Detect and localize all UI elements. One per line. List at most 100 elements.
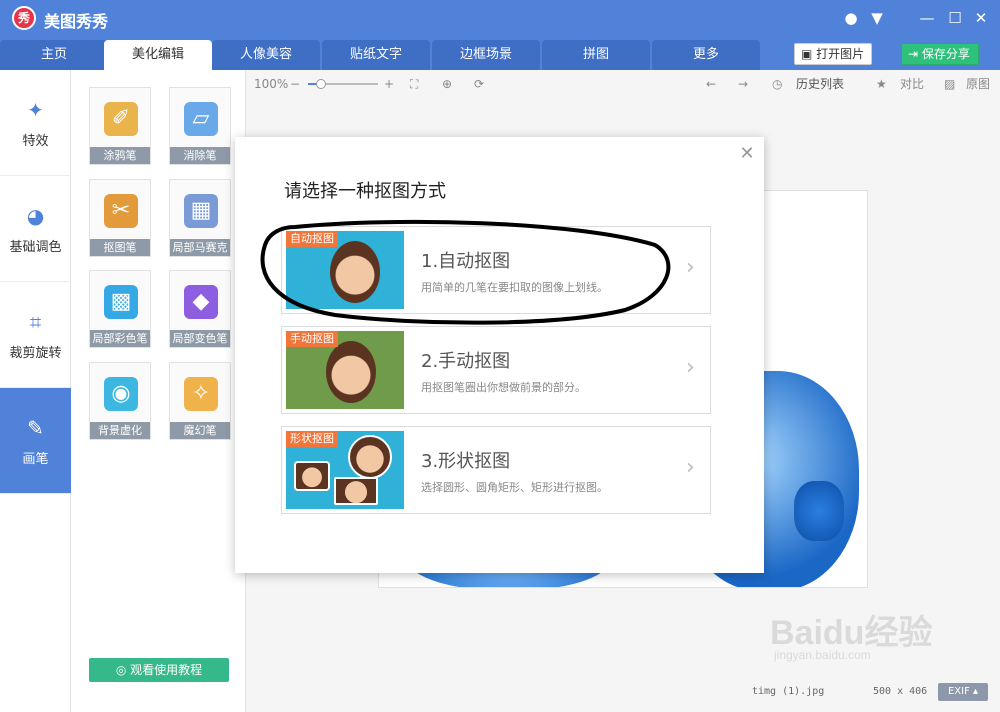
zoom-in-icon[interactable]: + xyxy=(384,76,394,92)
tab-beautify-edit[interactable]: 美化编辑 xyxy=(104,40,212,70)
tool-eraser-pen[interactable]: ▱ 消除笔 xyxy=(169,87,231,165)
brush-tool-panel: ✐ 涂鸦笔 ▱ 消除笔 ✂ 抠图笔 ▦ 局部马赛克 ▩ 局部彩色笔 ◆ 局部变色… xyxy=(71,70,246,712)
brush-icon: ✎ xyxy=(27,416,44,440)
redo-icon[interactable]: → xyxy=(738,76,748,92)
save-share-button[interactable]: ⇥ 保存分享 xyxy=(901,43,979,65)
sidebar-item-basic-color[interactable]: ◕ 基础调色 xyxy=(0,176,71,282)
portrait-image xyxy=(330,241,380,303)
tool-background-blur[interactable]: ◉ 背景虚化 xyxy=(89,362,151,440)
tool-label: 局部变色笔 xyxy=(170,330,230,347)
tab-sticker-text[interactable]: 贴纸文字 xyxy=(322,40,430,70)
compare-icon: ★ xyxy=(876,77,887,91)
option-manual-cutout[interactable]: 手动抠图 2.手动抠图 用抠图笔圈出你想做前景的部分。 › xyxy=(281,326,711,414)
history-clock-icon: ◷ xyxy=(772,77,783,91)
zoom-slider[interactable] xyxy=(308,79,378,89)
sidebar-item-label: 基础调色 xyxy=(9,240,62,255)
tool-local-mosaic[interactable]: ▦ 局部马赛克 xyxy=(169,179,231,257)
tab-collage[interactable]: 拼图 xyxy=(542,40,650,70)
cutout-mode-dialog: ✕ 请选择一种抠图方式 自动抠图 1.自动抠图 用简单的几笔在要扣取的图像上划线… xyxy=(235,137,764,573)
option-auto-cutout[interactable]: 自动抠图 1.自动抠图 用简单的几笔在要扣取的图像上划线。 › xyxy=(281,226,711,314)
original-image-button[interactable]: 原图 xyxy=(966,76,990,92)
app-logo-icon: 秀 xyxy=(12,6,36,30)
sidebar-item-label: 裁剪旋转 xyxy=(9,346,62,361)
option-title: 3.形状抠图 xyxy=(421,451,511,472)
option-tag: 自动抠图 xyxy=(286,231,338,247)
option-shape-cutout[interactable]: 形状抠图 3.形状抠图 选择圆形、圆角矩形、矩形进行抠图。 › xyxy=(281,426,711,514)
magic-wand-icon: ✦ xyxy=(27,98,44,122)
tool-label: 抠图笔 xyxy=(90,239,150,256)
tool-cutout-pen[interactable]: ✂ 抠图笔 xyxy=(89,179,151,257)
tool-doodle-pen[interactable]: ✐ 涂鸦笔 xyxy=(89,87,151,165)
watch-tutorial-button[interactable]: ◎ 观看使用教程 xyxy=(89,658,229,682)
tool-magic-pen[interactable]: ✧ 魔幻笔 xyxy=(169,362,231,440)
blur-icon: ◉ xyxy=(104,377,138,411)
tab-frame-scene[interactable]: 边框场景 xyxy=(432,40,540,70)
chat-icon[interactable]: ● xyxy=(840,8,862,28)
menu-dropdown-icon[interactable]: ▼ xyxy=(866,8,888,28)
image-dimensions: 500 x 406 xyxy=(873,686,928,697)
rotate-icon[interactable]: ⟳ xyxy=(474,76,484,92)
zoom-slider-handle[interactable] xyxy=(315,79,326,89)
palette-icon: ◕ xyxy=(26,204,45,228)
paintbrush-icon: ✐ xyxy=(104,102,138,136)
eraser-icon: ▱ xyxy=(184,102,218,136)
app-title: 美图秀秀 xyxy=(44,12,109,31)
shape-cutout-thumbnail: 形状抠图 xyxy=(286,431,404,509)
watermark-url: jingyan.baidu.com xyxy=(774,648,871,662)
eye-icon: ◎ xyxy=(115,663,127,677)
tool-local-recolor-pen[interactable]: ◆ 局部变色笔 xyxy=(169,270,231,348)
crop-icon: ⌗ xyxy=(29,310,42,334)
tool-label: 涂鸦笔 xyxy=(90,147,150,164)
manual-cutout-thumbnail: 手动抠图 xyxy=(286,331,404,409)
option-desc: 用简单的几笔在要扣取的图像上划线。 xyxy=(421,281,608,294)
auto-cutout-thumbnail: 自动抠图 xyxy=(286,231,404,309)
option-desc: 选择圆形、圆角矩形、矩形进行抠图。 xyxy=(421,481,608,494)
tab-portrait-beauty[interactable]: 人像美容 xyxy=(212,40,320,70)
close-window-icon[interactable]: ✕ xyxy=(970,8,992,28)
exif-label: EXIF xyxy=(947,686,970,697)
chevron-right-icon: › xyxy=(686,255,695,280)
close-icon[interactable]: ✕ xyxy=(738,145,756,163)
cutout-brush-icon: ✂ xyxy=(104,194,138,228)
minimize-icon[interactable]: — xyxy=(916,8,938,28)
undo-icon[interactable]: ← xyxy=(706,76,716,92)
dialog-title: 请选择一种抠图方式 xyxy=(284,181,446,202)
option-tag: 形状抠图 xyxy=(286,431,338,447)
history-list-button[interactable]: 历史列表 xyxy=(796,76,844,92)
tool-label: 消除笔 xyxy=(170,147,230,164)
maximize-icon[interactable]: ☐ xyxy=(944,8,966,28)
tool-label: 局部彩色笔 xyxy=(90,330,150,347)
option-tag: 手动抠图 xyxy=(286,331,338,347)
chevron-up-icon: ▴ xyxy=(973,686,979,697)
tab-more[interactable]: 更多 xyxy=(652,40,760,70)
image-icon: ▣ xyxy=(801,47,813,61)
save-share-label: 保存分享 xyxy=(921,47,970,61)
portrait-image xyxy=(294,461,330,491)
tool-label: 背景虚化 xyxy=(90,422,150,439)
exif-button[interactable]: EXIF ▴ xyxy=(938,683,988,701)
tool-label: 魔幻笔 xyxy=(170,422,230,439)
portrait-image xyxy=(348,435,392,479)
tutorial-label: 观看使用教程 xyxy=(130,663,203,677)
sidebar-item-crop-rotate[interactable]: ⌗ 裁剪旋转 xyxy=(0,282,71,388)
fit-screen-icon[interactable]: ⛶ xyxy=(410,76,418,92)
filename-label: timg (1).jpg xyxy=(752,686,825,697)
compare-button[interactable]: 对比 xyxy=(900,76,924,92)
portrait-image xyxy=(334,477,378,505)
actual-size-icon[interactable]: ⊕ xyxy=(442,76,452,92)
portrait-image xyxy=(326,341,376,403)
title-bar: 秀 美图秀秀 ● ▼ — ☐ ✕ xyxy=(0,0,1000,36)
option-title: 2.手动抠图 xyxy=(421,351,511,372)
sidebar-item-brush[interactable]: ✎ 画笔 xyxy=(0,388,71,494)
tab-home[interactable]: 主页 xyxy=(0,40,108,70)
tool-local-color-pen[interactable]: ▩ 局部彩色笔 xyxy=(89,270,151,348)
chevron-right-icon: › xyxy=(686,455,695,480)
open-image-button[interactable]: ▣ 打开图片 xyxy=(794,43,872,65)
original-image-icon: ▨ xyxy=(944,77,956,91)
canvas-toolbar: 100% − + ⛶ ⊕ ⟳ ← → ◷ 历史列表 ★ 对比 ▨ 原图 xyxy=(246,70,1000,98)
zoom-out-icon[interactable]: − xyxy=(290,76,300,92)
sidebar-item-label: 画笔 xyxy=(22,452,49,467)
sidebar-item-effects[interactable]: ✦ 特效 xyxy=(0,70,71,176)
mosaic-icon: ▦ xyxy=(184,194,218,228)
sidebar-item-label: 特效 xyxy=(22,134,49,149)
